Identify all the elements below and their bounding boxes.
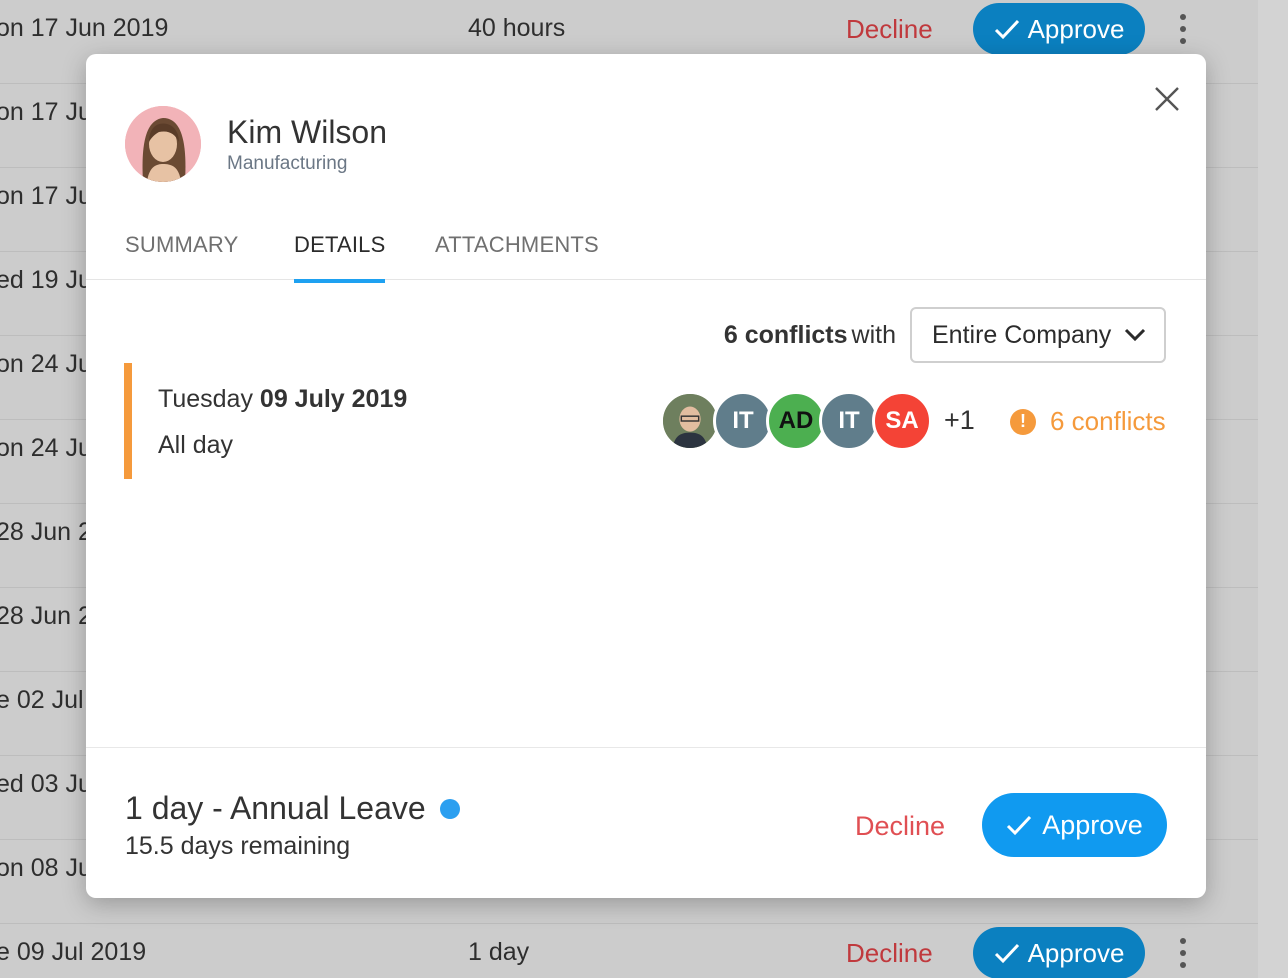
scrollbar-track[interactable] (1258, 0, 1288, 978)
conflict-with-label: with (851, 320, 896, 349)
conflict-person-chip[interactable]: SA (872, 391, 932, 451)
row-approve-button[interactable]: Approve (973, 927, 1145, 978)
row-date: on 17 Ju (0, 98, 92, 126)
conflict-person-chip[interactable]: AD (766, 391, 826, 451)
row-decline-button[interactable]: Decline (846, 14, 933, 45)
tab-summary[interactable]: SUMMARY (125, 232, 238, 280)
leave-day-duration: All day (158, 431, 234, 459)
dialog-footer: 1 day - Annual Leave 15.5 days remaining… (86, 747, 1206, 898)
row-date: on 24 Ju (0, 350, 92, 378)
leave-type-indicator (440, 799, 460, 819)
employee-department: Manufacturing (227, 153, 348, 174)
row-duration: 40 hours (468, 14, 566, 42)
row-date: on 08 Ju (0, 854, 92, 882)
approve-label: Approve (1042, 809, 1143, 840)
conflict-scope-value: Entire Company (932, 320, 1112, 349)
row-date: ed 19 Ju (0, 266, 92, 294)
more-options-icon[interactable] (1174, 938, 1192, 968)
row-approve-label: Approve (1027, 937, 1125, 968)
conflict-person-chip[interactable]: IT (819, 391, 879, 451)
leave-request-dialog: Kim Wilson Manufacturing SUMMARY DETAILS… (86, 54, 1206, 898)
row-duration: 1 day (468, 938, 530, 966)
more-people-count[interactable]: +1 (944, 405, 975, 436)
avatar (125, 106, 201, 182)
leave-day-date: Tuesday 09 July 2019 (158, 385, 408, 413)
warning-icon: ! (1010, 408, 1036, 435)
conflict-scope-select[interactable]: Entire Company (910, 307, 1166, 363)
approve-button[interactable]: Approve (982, 793, 1167, 857)
row-date: 28 Jun 2 (0, 602, 92, 630)
leave-remaining: 15.5 days remaining (125, 832, 351, 860)
employee-name: Kim Wilson (227, 114, 388, 150)
checkmark-icon (994, 19, 1019, 40)
checkmark-icon (1007, 815, 1032, 836)
chevron-down-icon (1124, 328, 1146, 342)
more-options-icon[interactable] (1174, 14, 1192, 44)
row-approve-label: Approve (1027, 13, 1125, 44)
conflict-count: 6 conflicts with (723, 320, 896, 349)
leave-summary: 1 day - Annual Leave (125, 790, 426, 826)
row-date: on 17 Ju (0, 182, 92, 210)
tab-details[interactable]: DETAILS (294, 232, 386, 283)
leave-day-entry: Tuesday 09 July 2019 All day (124, 363, 524, 479)
row-decline-button[interactable]: Decline (846, 938, 933, 969)
list-row[interactable]: e 09 Jul 2019 1 day Decline Approve (0, 924, 1258, 978)
row-date: on 24 Ju (0, 434, 92, 462)
conflicting-people: IT AD IT SA +1 (660, 391, 975, 451)
row-date: ed 03 Ju (0, 770, 92, 798)
conflict-filter: 6 conflicts with Entire Company (724, 307, 1166, 363)
decline-button[interactable]: Decline (855, 811, 945, 842)
tab-bar: SUMMARY DETAILS ATTACHMENTS (86, 228, 1206, 283)
tab-attachments[interactable]: ATTACHMENTS (435, 232, 599, 280)
conflict-person-photo[interactable] (660, 391, 720, 451)
row-date: on 17 Jun 2019 (0, 14, 169, 42)
conflicts-warning[interactable]: ! 6 conflicts (1010, 406, 1166, 437)
row-date: 28 Jun 2 (0, 518, 92, 546)
close-icon[interactable] (1152, 84, 1182, 114)
row-date: e 09 Jul 2019 (0, 938, 147, 966)
conflicts-warning-label: 6 conflicts (1050, 406, 1166, 436)
row-date: e 02 Jul (0, 686, 84, 714)
row-approve-button[interactable]: Approve (973, 3, 1145, 55)
conflict-person-chip[interactable]: IT (713, 391, 773, 451)
checkmark-icon (994, 943, 1019, 964)
